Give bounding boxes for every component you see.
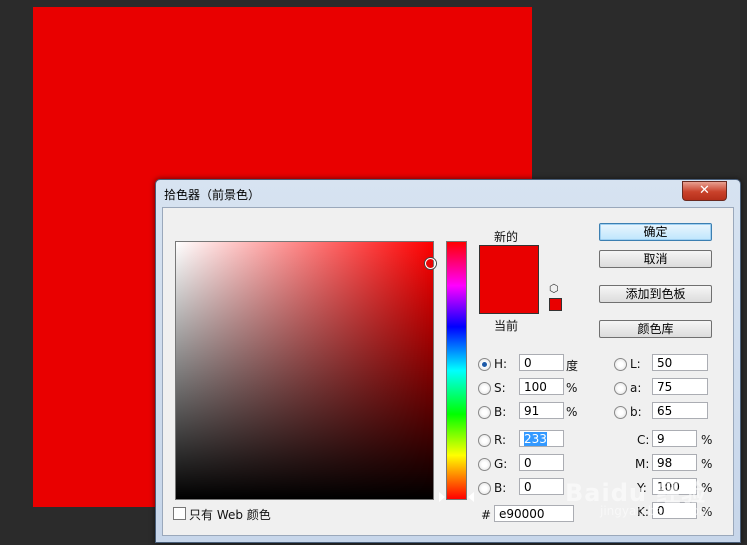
close-icon: ✕ [699, 183, 710, 198]
watermark-subtext: jingyan.baidu.com [600, 504, 711, 518]
out-of-gamut-cube-icon[interactable]: ⬡ [549, 283, 561, 295]
red-input[interactable]: 233 [519, 430, 564, 447]
magenta-unit: % [701, 457, 713, 471]
dialog-title: 拾色器（前景色） [164, 188, 261, 202]
brightness-radio[interactable] [478, 406, 491, 419]
lab-l-radio[interactable] [614, 358, 627, 371]
saturation-unit: % [566, 381, 578, 395]
color-libraries-button[interactable]: 颜色库 [599, 320, 712, 338]
add-to-swatches-button[interactable]: 添加到色板 [599, 285, 712, 303]
color-field-picker-ring[interactable] [425, 258, 436, 269]
lab-l-input[interactable]: 50 [652, 354, 708, 371]
current-color-label: 当前 [494, 319, 519, 333]
new-color-swatch [479, 245, 539, 280]
cancel-button[interactable]: 取消 [599, 250, 712, 268]
only-web-colors-checkbox[interactable] [173, 507, 186, 520]
web-safe-color-swatch[interactable] [549, 298, 562, 311]
hue-slider-left-arrow-icon[interactable] [439, 492, 445, 502]
ok-button[interactable]: 确定 [599, 223, 712, 241]
saturation-input[interactable]: 100 [519, 378, 564, 395]
lab-a-input[interactable]: 75 [652, 378, 708, 395]
green-label: G: [494, 457, 508, 471]
brightness-label: B: [494, 405, 507, 419]
close-button[interactable]: ✕ [682, 181, 727, 201]
cyan-input[interactable]: 9 [652, 430, 697, 447]
blue-label: B: [494, 481, 507, 495]
hex-input[interactable]: e90000 [494, 505, 574, 522]
brightness-input[interactable]: 91 [519, 402, 564, 419]
hue-slider-right-arrow-icon[interactable] [468, 492, 474, 502]
saturation-radio[interactable] [478, 382, 491, 395]
hue-slider[interactable] [446, 241, 467, 500]
only-web-colors-label[interactable]: 只有 Web 颜色 [189, 506, 271, 523]
lab-b-radio[interactable] [614, 406, 627, 419]
cyan-label: C: [637, 433, 650, 447]
lab-a-label: a: [630, 381, 642, 395]
hue-unit: 度 [566, 359, 579, 373]
red-label: R: [494, 433, 507, 447]
brightness-unit: % [566, 405, 578, 419]
green-radio[interactable] [478, 458, 491, 471]
new-color-label: 新的 [494, 230, 519, 244]
red-radio[interactable] [478, 434, 491, 447]
lab-b-label: b: [630, 405, 642, 419]
cyan-unit: % [701, 433, 713, 447]
magenta-input[interactable]: 98 [652, 454, 697, 471]
red-input-value: 233 [524, 432, 547, 446]
hue-radio[interactable] [478, 358, 491, 371]
current-color-swatch[interactable] [479, 279, 539, 314]
lab-b-input[interactable]: 65 [652, 402, 708, 419]
magenta-label: M: [635, 457, 650, 471]
lab-l-label: L: [630, 357, 641, 371]
title-bar[interactable]: 拾色器（前景色） ✕ [156, 180, 740, 206]
blue-input[interactable]: 0 [519, 478, 564, 495]
hue-input[interactable]: 0 [519, 354, 564, 371]
watermark-text: Baidu 经验 [565, 479, 707, 507]
lab-a-radio[interactable] [614, 382, 627, 395]
color-field[interactable] [175, 241, 434, 500]
saturation-label: S: [494, 381, 506, 395]
blue-radio[interactable] [478, 482, 491, 495]
hue-label: H: [494, 357, 508, 371]
green-input[interactable]: 0 [519, 454, 564, 471]
hex-label: # [481, 508, 492, 522]
